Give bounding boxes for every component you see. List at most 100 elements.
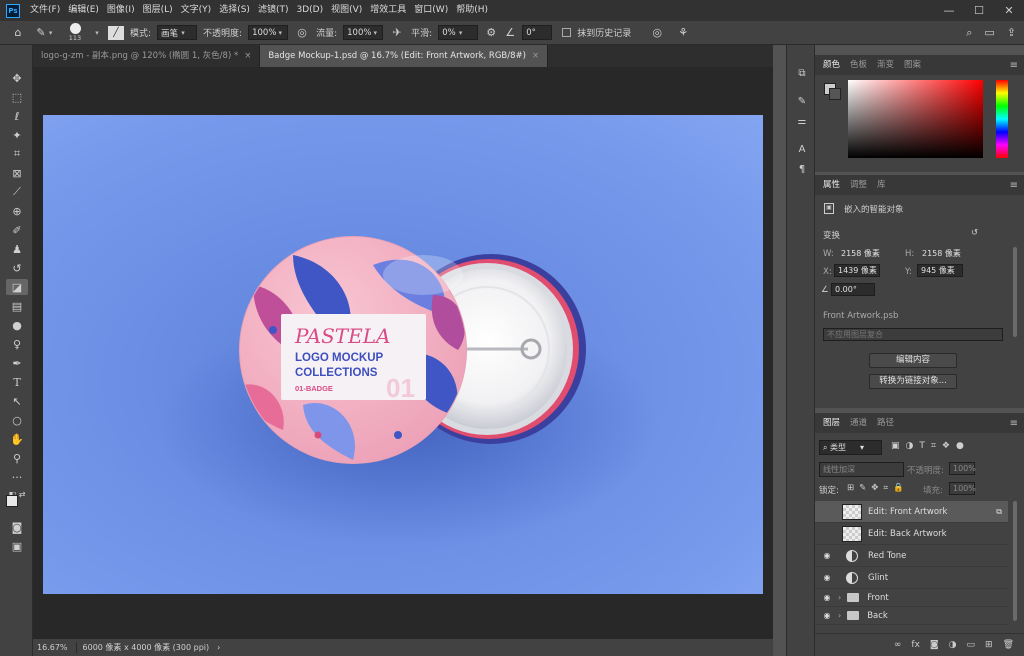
brush-preset-picker[interactable]: 113 [64,23,86,42]
screen-mode-icon[interactable]: ▣ [6,538,28,554]
document-canvas[interactable]: PASTELA LOGO MOCKUP COLLECTIONS 01-BADGE… [43,115,763,594]
brush-tool-icon[interactable]: ✐ [6,222,28,238]
tab-layers[interactable]: 图层 [819,413,844,433]
eraser-tool-icon[interactable]: ◪ [6,279,28,295]
blend-mode-select[interactable]: 线性加深 [819,462,904,477]
menu-select[interactable]: 选择(S) [215,0,254,21]
brush-dropdown-icon[interactable]: ▾ [92,29,102,37]
color-panel-menu-icon[interactable]: ≡ [1010,60,1018,71]
folder-icon[interactable]: ▭ [967,640,976,650]
hue-slider[interactable] [996,80,1008,158]
stamp-tool-icon[interactable]: ♟ [6,241,28,257]
expand-chevron-icon[interactable]: › [838,611,841,620]
menu-plugins[interactable]: 增效工具 [366,0,410,21]
adjustments-panel-icon[interactable]: ⚌ [794,113,810,129]
smoothing-options-icon[interactable]: ⚙ [484,26,498,39]
reset-transform-icon[interactable]: ↺ [971,228,978,238]
layer-filter-select[interactable]: ⌕ 类型 ▾ [819,440,882,455]
status-more-icon[interactable]: › [217,643,220,652]
path-select-icon[interactable]: ↖ [6,393,28,409]
fx-icon[interactable]: fx [911,640,920,650]
home-icon[interactable]: ⌂ [8,26,28,39]
x-field[interactable]: 1439 像素 [834,264,880,277]
minimize-button[interactable]: — [934,4,964,17]
eyedropper-icon[interactable]: ⟋ [6,184,28,200]
magic-wand-icon[interactable]: ✦ [6,127,28,143]
dodge-tool-icon[interactable]: ♀ [6,336,28,352]
mode-select[interactable]: 画笔 ▾ [157,25,198,40]
properties-scrollbar[interactable] [1013,247,1017,337]
menu-help[interactable]: 帮助(H) [452,0,492,21]
smoothing-input[interactable]: 0% ▾ [438,25,479,40]
menu-file[interactable]: 文件(F) [26,0,64,21]
menu-type[interactable]: 文字(Y) [177,0,216,21]
properties-menu-icon[interactable]: ≡ [1010,180,1018,191]
layers-scrollbar[interactable] [1013,501,1017,621]
symmetry-icon[interactable]: ⚘ [675,26,691,39]
pressure-opacity-icon[interactable]: ◎ [294,26,310,39]
color-picker-field[interactable] [848,80,983,158]
crop-tool-icon[interactable]: ⌗ [6,146,28,162]
tab-patterns[interactable]: 图案 [900,55,925,75]
marquee-tool-icon[interactable]: ⬚ [6,89,28,105]
eye-icon[interactable]: ◉ [820,573,834,582]
layer-row[interactable]: ◉ › Front [815,589,1008,607]
pressure-size-icon[interactable]: ◎ [649,26,665,39]
tab-close-icon[interactable]: × [532,51,539,61]
tab-adjustments[interactable]: 调整 [846,175,871,195]
move-tool-icon[interactable]: ✥ [6,70,28,86]
tab-properties[interactable]: 属性 [819,175,844,195]
character-panel-icon[interactable]: A [794,141,810,157]
lock-icons[interactable]: ⊞✎✥⌗🔒 [847,483,909,493]
pen-tool-icon[interactable]: ✒ [6,355,28,371]
width-field[interactable]: 2158 像素 [837,247,881,260]
healing-brush-icon[interactable]: ⊕ [6,203,28,219]
panel-background-swatch[interactable] [829,88,841,100]
layer-row[interactable]: ◉ Glint [815,567,1008,589]
search-icon[interactable]: ⌕ [966,26,972,40]
tab-paths[interactable]: 路径 [873,413,898,433]
brush-angle-input[interactable]: 0° [522,25,553,40]
tab-channels[interactable]: 通道 [846,413,871,433]
opacity-input[interactable]: 100% ▾ [248,25,289,40]
tab-logo-document[interactable]: logo-g-zm - 副本.png @ 120% (椭圆 1, 灰色/8) *… [33,45,261,67]
menu-image[interactable]: 图像(I) [103,0,139,21]
tab-badge-mockup[interactable]: Badge Mockup-1.psd @ 16.7% (Edit: Front … [260,45,549,67]
flow-input[interactable]: 100% ▾ [343,25,384,40]
menu-filter[interactable]: 滤镜(T) [254,0,293,21]
y-field[interactable]: 945 像素 [917,264,963,277]
maximize-button[interactable]: ☐ [964,4,994,17]
new-layer-icon[interactable]: ⊞ [985,640,993,650]
menu-view[interactable]: 视图(V) [327,0,366,21]
eye-icon[interactable]: ◉ [820,611,834,620]
paragraph-panel-icon[interactable]: ¶ [794,161,810,177]
history-brush-icon[interactable]: ↺ [6,260,28,276]
lasso-tool-icon[interactable]: ℓ [6,108,28,124]
menu-window[interactable]: 窗口(W) [410,0,452,21]
workspace-icon[interactable]: ▭ [984,26,994,40]
type-tool-icon[interactable]: T [6,374,28,390]
close-button[interactable]: ✕ [994,4,1024,17]
airbrush-icon[interactable]: ✈ [389,26,405,39]
foreground-color-swatch[interactable] [6,495,18,507]
eye-icon[interactable]: ◉ [820,593,834,602]
menu-edit[interactable]: 编辑(E) [64,0,103,21]
tab-gradients[interactable]: 渐变 [873,55,898,75]
eye-icon[interactable]: ◉ [820,551,834,560]
tab-close-icon[interactable]: × [244,51,251,61]
ellipse-tool-icon[interactable]: ○ [6,412,28,428]
layer-opacity-input[interactable]: 100% [949,462,976,475]
zoom-level[interactable]: 16.67% [37,643,68,652]
layer-row[interactable]: ◉ › Back [815,607,1008,625]
fill-input[interactable]: 100% [949,482,976,495]
expand-chevron-icon[interactable]: › [838,593,841,602]
gradient-tool-icon[interactable]: ▤ [6,298,28,314]
brush-settings-icon[interactable]: ╱ [108,25,124,40]
tab-libraries[interactable]: 库 [873,175,890,195]
edit-contents-button[interactable]: 编辑内容 [869,353,957,368]
mask-icon[interactable]: ◙ [930,640,939,650]
height-field[interactable]: 2158 像素 [918,247,962,260]
menu-layer[interactable]: 图层(L) [139,0,177,21]
tab-color[interactable]: 颜色 [819,55,844,75]
erase-to-history-checkbox[interactable] [562,28,572,37]
